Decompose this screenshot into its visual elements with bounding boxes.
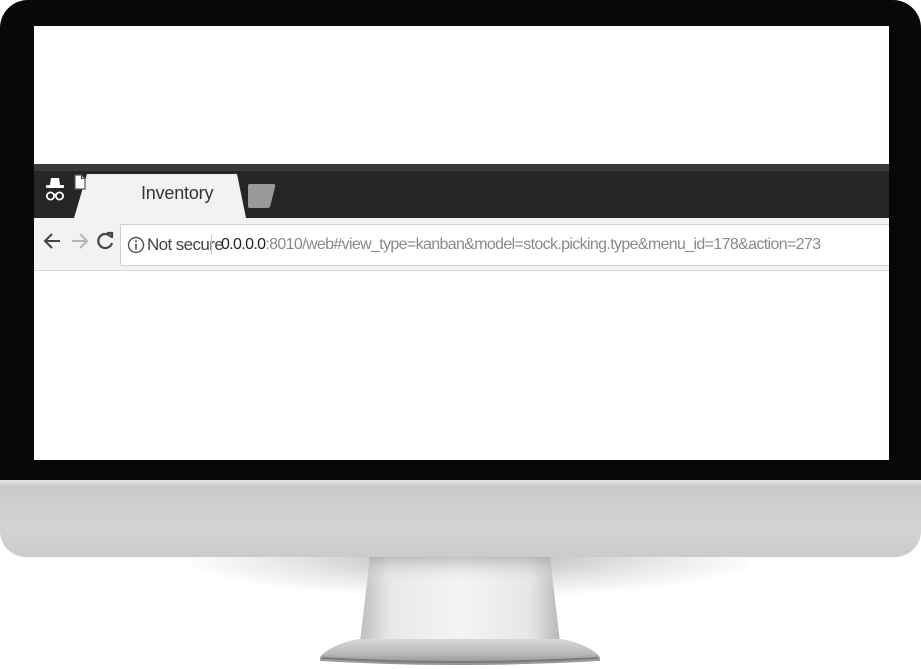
- address-bar[interactable]: Not secure 0.0.0.0:8010/web#view_type=ka…: [120, 224, 889, 266]
- omnibox-divider: [211, 235, 212, 255]
- page-icon: [74, 174, 86, 190]
- new-tab-icon[interactable]: [247, 183, 279, 209]
- url-path: :8010/web#view_type=kanban&model=stock.p…: [265, 236, 821, 253]
- back-arrow-icon[interactable]: [42, 230, 64, 252]
- browser-toolbar: Not secure 0.0.0.0:8010/web#view_type=ka…: [34, 218, 889, 271]
- tab-inventory[interactable]: Inventory ×: [74, 174, 274, 218]
- reload-icon[interactable]: [94, 230, 116, 252]
- chin-highlight: [0, 480, 921, 486]
- forward-arrow-icon[interactable]: [68, 230, 90, 252]
- url-host: 0.0.0.0: [221, 236, 266, 253]
- monitor-chin: [0, 480, 921, 557]
- incognito-icon: [46, 178, 64, 201]
- url-text[interactable]: 0.0.0.0:8010/web#view_type=kanban&model=…: [221, 236, 821, 254]
- tab-title: Inventory: [141, 183, 214, 203]
- tab-strip-edge: [34, 164, 889, 171]
- monitor-stand: [320, 557, 600, 665]
- info-icon[interactable]: [127, 236, 145, 254]
- monitor-screen: Inventory × Not secure 0.0.0.0:8010/web#…: [34, 26, 889, 460]
